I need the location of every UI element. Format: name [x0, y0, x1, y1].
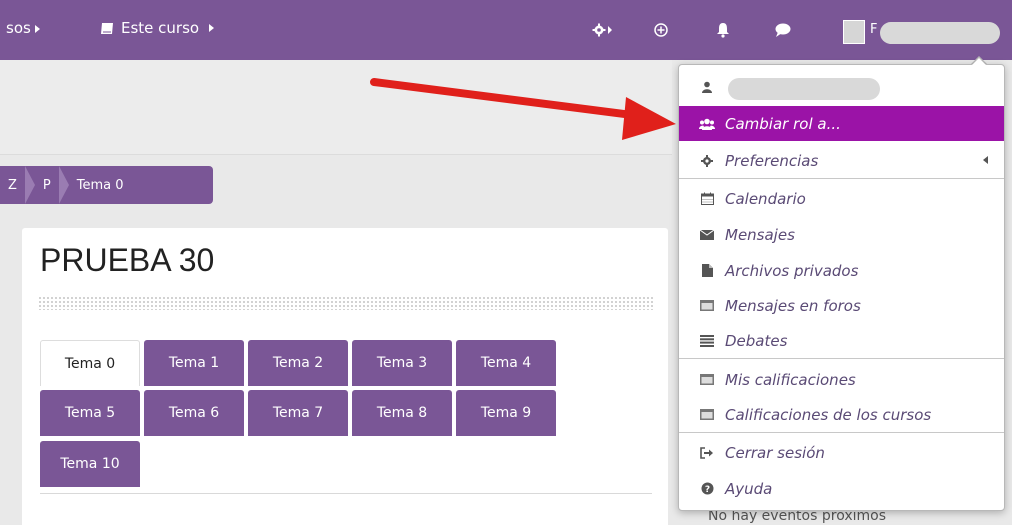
menu-item-label: Cerrar sesión	[725, 443, 825, 462]
envelope-icon	[699, 229, 715, 240]
breadcrumb-item-z[interactable]: Z	[0, 178, 25, 193]
tab-tema-2[interactable]: Tema 2	[248, 340, 348, 386]
menu-item-mensajes-en-foros[interactable]: Mensajes en foros	[679, 288, 1004, 323]
menu-item-label: Archivos privados	[725, 261, 859, 280]
file-icon	[699, 264, 715, 277]
tab-tema-10[interactable]: Tema 10	[40, 441, 140, 487]
users-icon	[699, 118, 715, 130]
menu-divider	[679, 358, 1004, 359]
nav-este-curso-label: Este curso	[121, 19, 200, 37]
tab-tema-5[interactable]: Tema 5	[40, 390, 140, 436]
user-icon	[699, 81, 715, 93]
top-navbar: sos Este curso F	[0, 0, 1012, 60]
chat-bubble-icon	[775, 23, 791, 37]
menu-item-label: Calificaciones de los cursos	[725, 405, 932, 424]
tab-tema-8[interactable]: Tema 8	[352, 390, 452, 436]
menu-item-cambiar-rol[interactable]: Cambiar rol a...	[679, 106, 1004, 141]
menu-item-preferencias[interactable]: Preferencias	[679, 143, 1004, 178]
messages-button[interactable]	[772, 19, 794, 41]
settings-menu-button[interactable]	[592, 19, 614, 41]
tab-tema-3[interactable]: Tema 3	[352, 340, 452, 386]
course-content-card: PRUEBA 30 Tema 0 Tema 1 Tema 2 Tema 3 Te…	[22, 228, 668, 525]
sign-out-icon	[699, 446, 715, 459]
breadcrumb-separator	[24, 166, 35, 204]
nav-este-curso-menu[interactable]: Este curso	[100, 18, 215, 38]
menu-item-calendario[interactable]: Calendario	[679, 181, 1004, 216]
page-header-area	[0, 60, 672, 155]
svg-text:?: ?	[704, 485, 709, 495]
breadcrumb: Z P Tema 0	[0, 166, 213, 204]
book-icon	[101, 22, 113, 34]
user-initial: F	[870, 22, 878, 37]
menu-item-debates[interactable]: Debates	[679, 323, 1004, 358]
tab-tema-1[interactable]: Tema 1	[144, 340, 244, 386]
table-icon	[699, 409, 715, 420]
menu-item-label: Debates	[725, 331, 788, 350]
breadcrumb-separator	[58, 166, 69, 204]
tab-tema-9[interactable]: Tema 9	[456, 390, 556, 436]
calendar-icon	[699, 192, 715, 205]
bell-icon	[717, 23, 729, 38]
menu-item-mis-calificaciones[interactable]: Mis calificaciones	[679, 362, 1004, 397]
add-block-button[interactable]	[650, 19, 672, 41]
caret-left-icon	[983, 156, 988, 164]
gear-icon	[592, 23, 612, 37]
title-divider	[38, 296, 654, 310]
breadcrumb-item-tema-0[interactable]: Tema 0	[69, 178, 132, 193]
list-icon	[699, 334, 715, 347]
menu-item-mensajes[interactable]: Mensajes	[679, 217, 1004, 252]
caret-right-icon	[209, 24, 215, 32]
question-icon: ?	[699, 482, 715, 495]
tab-tema-0[interactable]: Tema 0	[40, 340, 140, 386]
nav-cursos-menu[interactable]: sos	[6, 18, 40, 38]
menu-divider	[679, 432, 1004, 433]
menu-item-label: Calendario	[725, 189, 806, 208]
menu-item-ayuda[interactable]: ? Ayuda	[679, 471, 1004, 506]
menu-item-calificaciones-cursos[interactable]: Calificaciones de los cursos	[679, 397, 1004, 432]
menu-item-label: Ayuda	[725, 479, 773, 498]
menu-item-label: Mensajes en foros	[725, 296, 861, 315]
dropdown-notch-inner	[971, 58, 987, 66]
table-icon	[699, 300, 715, 311]
user-menu-dropdown: Cambiar rol a... Preferencias Calendario…	[678, 64, 1005, 511]
menu-item-label: Mis calificaciones	[725, 370, 856, 389]
menu-item-label: Cambiar rol a...	[725, 114, 841, 133]
menu-item-label: Preferencias	[725, 151, 819, 170]
notifications-button[interactable]	[712, 19, 734, 41]
menu-item-label: Mensajes	[725, 225, 795, 244]
gear-icon	[699, 154, 715, 167]
breadcrumb-item-p[interactable]: P	[35, 178, 59, 193]
menu-item-archivos-privados[interactable]: Archivos privados	[679, 253, 1004, 288]
avatar[interactable]	[843, 20, 865, 44]
user-fullname-redacted	[728, 78, 880, 100]
tab-tema-6[interactable]: Tema 6	[144, 390, 244, 436]
user-name-redacted[interactable]	[880, 22, 1000, 44]
menu-divider	[679, 178, 1004, 179]
tab-tema-7[interactable]: Tema 7	[248, 390, 348, 436]
table-icon	[699, 374, 715, 385]
tabs-baseline	[40, 493, 652, 494]
tab-tema-4[interactable]: Tema 4	[456, 340, 556, 386]
nav-cursos-label: sos	[6, 19, 31, 37]
plus-circle-icon	[654, 23, 668, 37]
page-title: PRUEBA 30	[40, 242, 215, 278]
menu-item-cerrar-sesion[interactable]: Cerrar sesión	[679, 435, 1004, 470]
caret-right-icon	[34, 24, 40, 33]
